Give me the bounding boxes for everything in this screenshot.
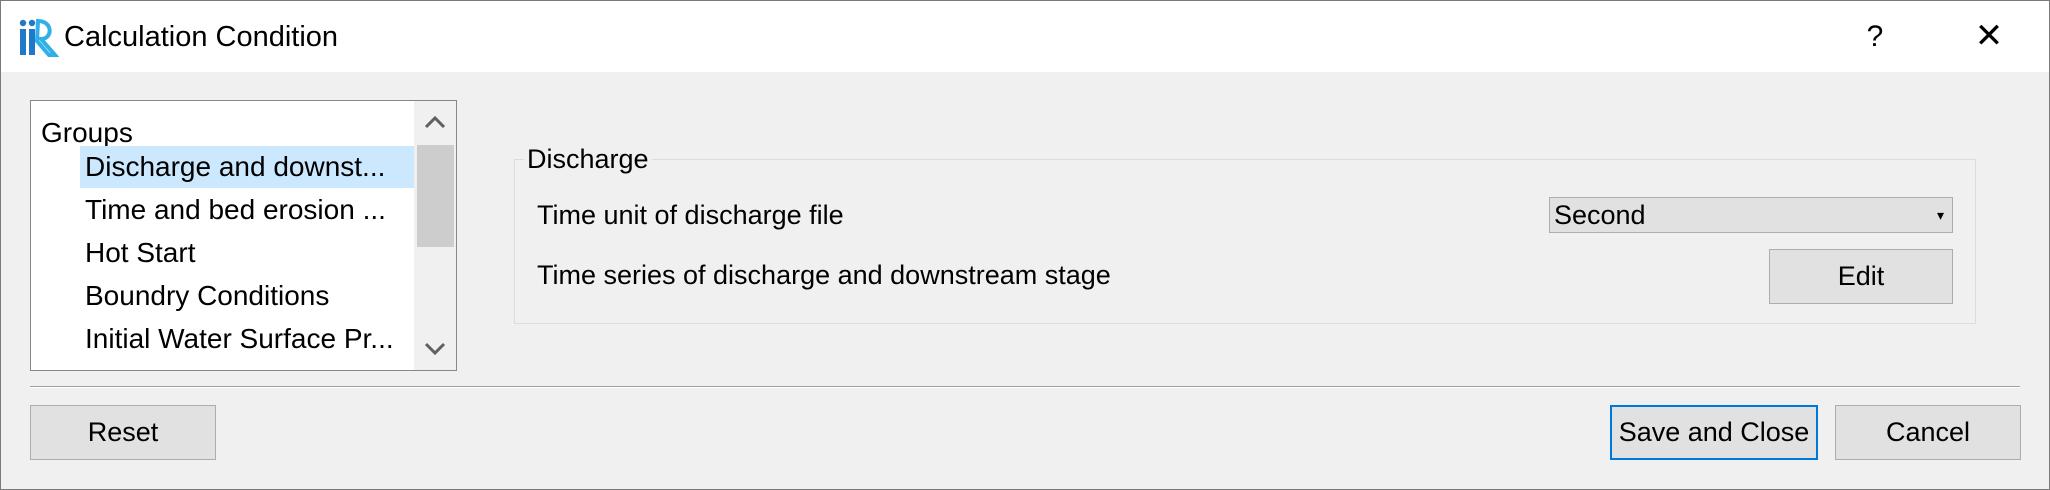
iric-app-icon xyxy=(19,19,59,57)
save-and-close-button[interactable]: Save and Close xyxy=(1610,405,1818,460)
close-button[interactable]: ✕ xyxy=(1929,1,2049,72)
scroll-down-arrow-icon[interactable] xyxy=(414,328,456,370)
tree-scrollbar[interactable] xyxy=(414,101,456,370)
time-unit-value: Second xyxy=(1554,200,1646,230)
tree-item-discharge[interactable]: Discharge and downst... xyxy=(80,146,432,188)
reset-button[interactable]: Reset xyxy=(30,405,216,460)
tree-item-boundary-conditions[interactable]: Boundry Conditions xyxy=(80,275,432,317)
tree-item-initial-water-surface[interactable]: Initial Water Surface Pr... xyxy=(80,318,432,360)
groups-tree[interactable]: Groups Discharge and downst... Time and … xyxy=(30,100,457,371)
time-unit-label: Time unit of discharge file xyxy=(537,200,844,230)
scroll-up-arrow-icon[interactable] xyxy=(414,101,456,143)
tree-item-time-bed-erosion[interactable]: Time and bed erosion ... xyxy=(80,189,432,231)
cancel-button[interactable]: Cancel xyxy=(1835,405,2021,460)
discharge-group-title: Discharge xyxy=(524,141,652,177)
calculation-condition-dialog: Calculation Condition ? ✕ Groups Dischar… xyxy=(0,0,2050,490)
window-title: Calculation Condition xyxy=(64,21,339,53)
tree-item-hot-start[interactable]: Hot Start xyxy=(80,232,432,274)
time-unit-select[interactable]: Second ▾ xyxy=(1549,197,1953,233)
dropdown-arrow-icon: ▾ xyxy=(1936,207,1944,223)
scrollbar-thumb[interactable] xyxy=(417,145,454,247)
title-bar: Calculation Condition ? ✕ xyxy=(1,1,2049,72)
discharge-group-box xyxy=(514,159,1976,324)
time-series-label: Time series of discharge and downstream … xyxy=(537,260,1111,290)
footer-separator-highlight xyxy=(30,387,2020,388)
help-button[interactable]: ? xyxy=(1815,1,1935,72)
edit-button[interactable]: Edit xyxy=(1769,249,1953,304)
